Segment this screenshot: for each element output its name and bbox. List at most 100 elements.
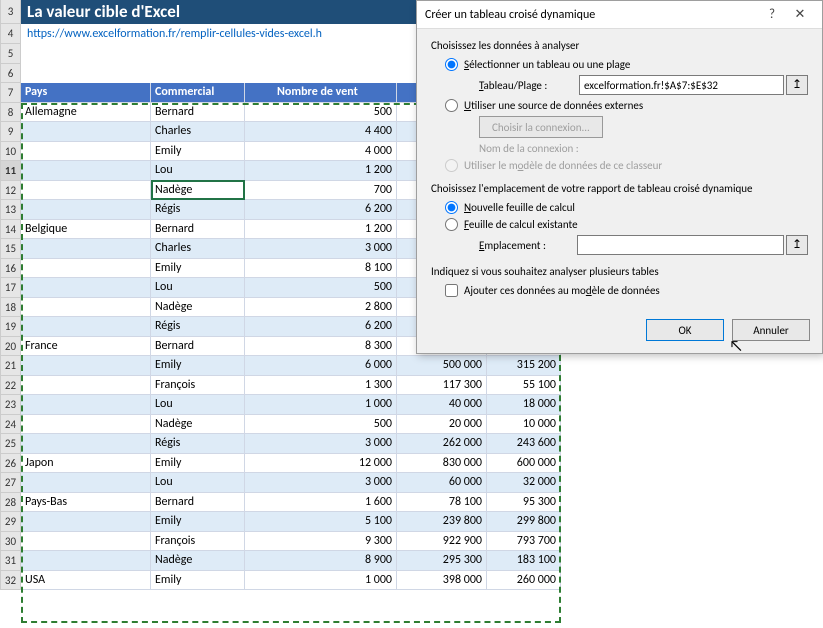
row-header[interactable]: 4 bbox=[0, 24, 21, 44]
row-header[interactable]: 31 bbox=[0, 551, 21, 571]
checkbox-add-model[interactable]: Ajouter ces données au modèle de données bbox=[445, 284, 808, 297]
cell[interactable]: 40 000 bbox=[397, 395, 487, 415]
row-header[interactable]: 5 bbox=[0, 44, 21, 64]
col-nombre-vent[interactable]: Nombre de vent bbox=[245, 83, 397, 103]
cell[interactable]: 239 800 bbox=[397, 512, 487, 532]
cell[interactable]: Emily bbox=[151, 571, 245, 591]
cell[interactable]: 1 600 bbox=[245, 493, 397, 513]
cell[interactable]: 3 000 bbox=[245, 473, 397, 493]
table-row[interactable]: Pays-BasBernard1 60078 10095 300 bbox=[21, 493, 561, 513]
cell[interactable]: 700 bbox=[245, 181, 397, 201]
cell[interactable]: 262 000 bbox=[397, 434, 487, 454]
cell[interactable] bbox=[21, 142, 151, 162]
cell[interactable]: 10 000 bbox=[487, 415, 561, 435]
cell[interactable] bbox=[21, 395, 151, 415]
row-header[interactable]: 27 bbox=[0, 473, 21, 493]
table-row[interactable]: USAEmily1 000398 000260 000 bbox=[21, 571, 561, 591]
cell[interactable]: 398 000 bbox=[397, 571, 487, 591]
row-header[interactable]: 20 bbox=[0, 337, 21, 357]
help-icon[interactable]: ? bbox=[758, 7, 786, 22]
cell[interactable]: Lou bbox=[151, 473, 245, 493]
cell[interactable]: 299 800 bbox=[487, 512, 561, 532]
col-commercial[interactable]: Commercial bbox=[151, 83, 245, 103]
radio-existing-sheet-input[interactable] bbox=[445, 218, 458, 231]
cell[interactable]: 500 bbox=[245, 415, 397, 435]
cell[interactable]: Régis bbox=[151, 200, 245, 220]
cell[interactable]: 3 000 bbox=[245, 434, 397, 454]
cell[interactable]: 295 300 bbox=[397, 551, 487, 571]
cell[interactable]: 315 200 bbox=[487, 356, 561, 376]
cell[interactable]: 20 000 bbox=[397, 415, 487, 435]
cell[interactable]: 793 700 bbox=[487, 532, 561, 552]
cell[interactable]: Bernard bbox=[151, 493, 245, 513]
cell[interactable]: USA bbox=[21, 571, 151, 591]
cell[interactable] bbox=[21, 415, 151, 435]
radio-new-sheet-input[interactable] bbox=[445, 201, 458, 214]
cell[interactable]: 260 000 bbox=[487, 571, 561, 591]
cell[interactable]: 6 000 bbox=[245, 356, 397, 376]
row-header[interactable]: 26 bbox=[0, 454, 21, 474]
row-header[interactable]: 29 bbox=[0, 512, 21, 532]
cell[interactable]: 78 100 bbox=[397, 493, 487, 513]
cell[interactable] bbox=[21, 200, 151, 220]
cell[interactable]: 2 800 bbox=[245, 298, 397, 318]
cell[interactable] bbox=[21, 532, 151, 552]
cell[interactable]: 8 100 bbox=[245, 259, 397, 279]
table-row[interactable]: Emily6 000500 000315 200 bbox=[21, 356, 561, 376]
cell[interactable]: 6 200 bbox=[245, 317, 397, 337]
cell[interactable]: Nadège bbox=[151, 181, 245, 201]
cell[interactable]: 600 000 bbox=[487, 454, 561, 474]
cell[interactable] bbox=[21, 278, 151, 298]
cell[interactable]: Bernard bbox=[151, 220, 245, 240]
cell[interactable]: Emily bbox=[151, 454, 245, 474]
row-header[interactable]: 3 bbox=[0, 0, 21, 24]
table-row[interactable]: François9 300922 900793 700 bbox=[21, 532, 561, 552]
table-row[interactable]: Lou3 00060 00032 000 bbox=[21, 473, 561, 493]
cell[interactable]: 8 900 bbox=[245, 551, 397, 571]
row-header[interactable]: 17 bbox=[0, 278, 21, 298]
row-header[interactable]: 19 bbox=[0, 317, 21, 337]
cell[interactable]: Emily bbox=[151, 356, 245, 376]
col-pays[interactable]: Pays bbox=[21, 83, 151, 103]
cell[interactable] bbox=[21, 317, 151, 337]
row-header[interactable]: 23 bbox=[0, 395, 21, 415]
cell[interactable]: 32 000 bbox=[487, 473, 561, 493]
cell[interactable]: 117 300 bbox=[397, 376, 487, 396]
cell[interactable] bbox=[21, 239, 151, 259]
cell[interactable]: 18 000 bbox=[487, 395, 561, 415]
cell[interactable]: 1 200 bbox=[245, 220, 397, 240]
ok-button[interactable]: OK bbox=[646, 319, 724, 341]
cell[interactable]: 95 300 bbox=[487, 493, 561, 513]
cell[interactable]: 500 bbox=[245, 278, 397, 298]
checkbox-add-model-input[interactable] bbox=[445, 284, 458, 297]
cell[interactable]: 6 200 bbox=[245, 200, 397, 220]
row-header[interactable]: 13 bbox=[0, 200, 21, 220]
row-header[interactable]: 11 bbox=[0, 161, 21, 181]
table-row[interactable]: Régis3 000262 000243 600 bbox=[21, 434, 561, 454]
cell[interactable]: Bernard bbox=[151, 337, 245, 357]
cell[interactable] bbox=[21, 551, 151, 571]
cell[interactable]: Nadège bbox=[151, 551, 245, 571]
row-header[interactable]: 25 bbox=[0, 434, 21, 454]
table-row[interactable]: Lou1 00040 00018 000 bbox=[21, 395, 561, 415]
cell[interactable]: Allemagne bbox=[21, 103, 151, 123]
row-header[interactable]: 21 bbox=[0, 356, 21, 376]
cell[interactable]: 243 600 bbox=[487, 434, 561, 454]
row-header[interactable]: 9 bbox=[0, 122, 21, 142]
row-header[interactable]: 18 bbox=[0, 298, 21, 318]
cell[interactable] bbox=[21, 434, 151, 454]
row-header[interactable]: 7 bbox=[0, 83, 21, 103]
radio-external-input[interactable] bbox=[445, 99, 458, 112]
location-select-button[interactable]: ↥ bbox=[786, 235, 808, 255]
row-header[interactable]: 15 bbox=[0, 239, 21, 259]
cell[interactable]: Emily bbox=[151, 142, 245, 162]
cell[interactable]: François bbox=[151, 532, 245, 552]
cell[interactable]: 12 000 bbox=[245, 454, 397, 474]
table-row[interactable]: Nadège50020 00010 000 bbox=[21, 415, 561, 435]
radio-select-range[interactable]: Sélectionner un tableau ou une plage bbox=[445, 58, 808, 71]
cell[interactable]: 60 000 bbox=[397, 473, 487, 493]
cell[interactable]: Charles bbox=[151, 122, 245, 142]
radio-existing-sheet[interactable]: Feuille de calcul existante bbox=[445, 218, 808, 231]
row-header[interactable]: 14 bbox=[0, 220, 21, 240]
cell[interactable]: Lou bbox=[151, 395, 245, 415]
